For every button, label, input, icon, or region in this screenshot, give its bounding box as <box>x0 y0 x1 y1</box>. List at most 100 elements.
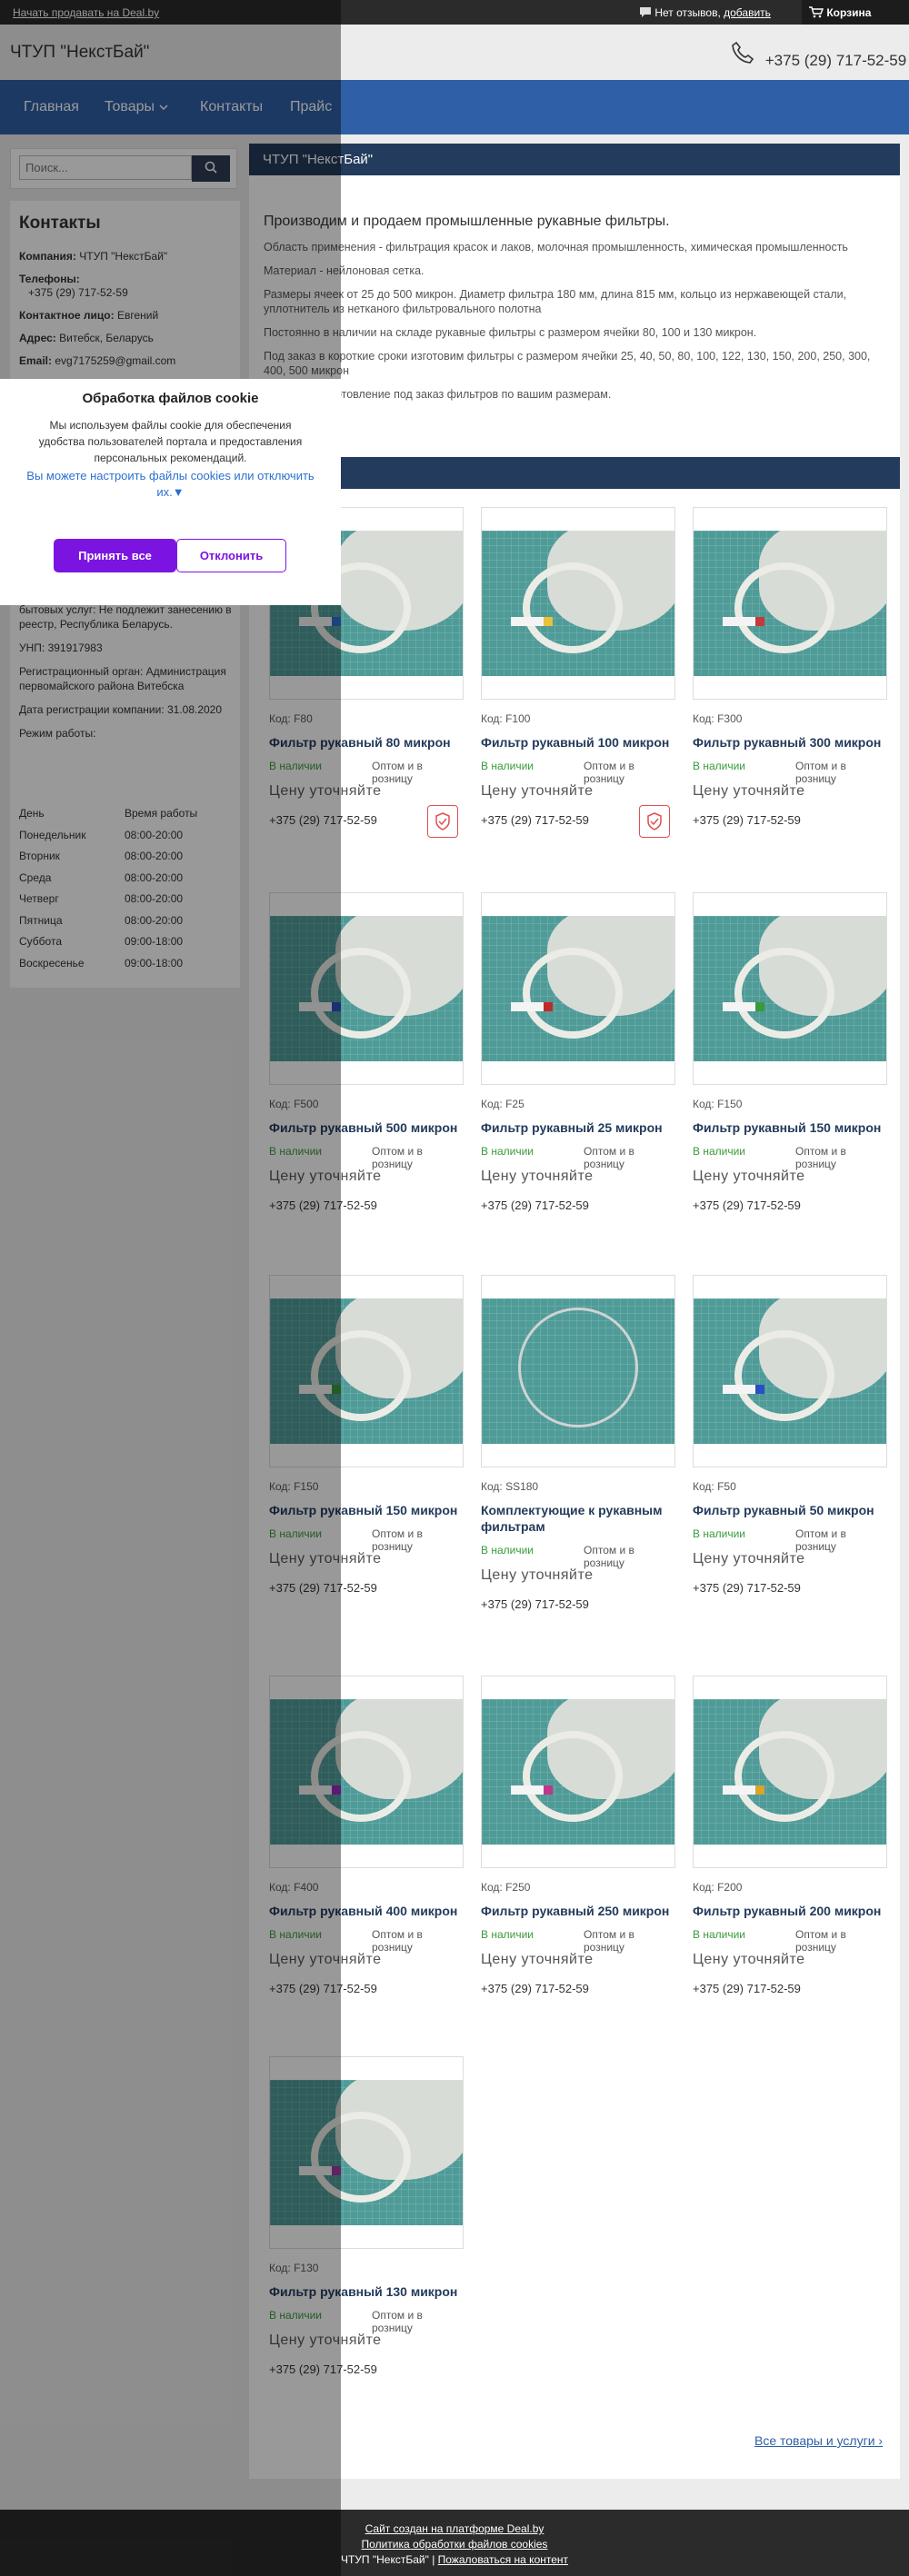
product-image[interactable] <box>693 892 887 1085</box>
product-name[interactable]: Фильтр рукавный 300 микрон <box>693 734 887 751</box>
product-image[interactable] <box>693 1275 887 1467</box>
products-title-bar <box>249 457 900 489</box>
product-image[interactable] <box>693 1676 887 1868</box>
tag-color-swatch <box>544 1785 553 1795</box>
product-code: Код: F100 <box>481 712 531 725</box>
description-lead: Производим и продаем промышленные рукавн… <box>264 214 670 229</box>
product-availability: В наличии <box>481 1145 534 1158</box>
product-code: Код: F25 <box>481 1098 524 1110</box>
comment-icon <box>640 7 651 17</box>
product-code: Код: F300 <box>693 712 743 725</box>
product-sale-type: Оптом и в розницу <box>372 2309 423 2334</box>
product-price: Цену уточняйте <box>481 783 594 799</box>
description-paragraph: Размеры ячеек от 25 до 500 микрон. Диаме… <box>264 288 847 315</box>
product-photo <box>694 1699 886 1845</box>
description-paragraph: Под заказ в короткие сроки изготовим фил… <box>264 350 871 377</box>
tag-color-swatch <box>755 617 764 626</box>
shield-icon[interactable] <box>427 805 458 838</box>
tag-color-swatch <box>755 1385 764 1394</box>
product-phone[interactable]: +375 (29) 717-52-59 <box>481 1198 589 1212</box>
product-price: Цену уточняйте <box>481 1169 594 1184</box>
product-name[interactable]: Фильтр рукавный 50 микрон <box>693 1502 887 1518</box>
product-code: Код: F50 <box>693 1480 736 1493</box>
header-phone-number: +375 (29) 717-52-59 <box>764 52 907 69</box>
product-image[interactable] <box>481 1676 675 1868</box>
product-code: Код: SS180 <box>481 1480 539 1493</box>
company-description: Производим и продаем промышленные рукавн… <box>264 214 891 411</box>
product-price: Цену уточняйте <box>481 1952 594 1967</box>
product-name[interactable]: Фильтр рукавный 150 микрон <box>693 1119 887 1136</box>
tag-color-swatch <box>755 1002 764 1011</box>
product-phone[interactable]: +375 (29) 717-52-59 <box>693 1581 801 1595</box>
product-price: Цену уточняйте <box>481 1567 594 1583</box>
cookie-text: Мы используем файлы cookie для обеспечен… <box>38 419 303 464</box>
product-photo <box>482 1699 674 1845</box>
page-title: ЧТУП "НекстБай" <box>249 144 900 175</box>
product-photo <box>694 1298 886 1444</box>
product-photo <box>694 531 886 676</box>
product-photo <box>694 916 886 1061</box>
cookie-dialog: Обработка файлов cookie Мы используем фа… <box>0 379 341 605</box>
description-paragraph: Постоянно в наличии на складе рукавные ф… <box>264 326 757 339</box>
tag-color-swatch <box>544 1002 553 1011</box>
footer-report-link[interactable]: Пожаловаться на контент <box>438 2553 568 2566</box>
product-photo <box>482 1298 674 1444</box>
product-availability: В наличии <box>481 1928 534 1941</box>
shield-icon[interactable] <box>639 805 670 838</box>
product-sale-type: Оптом и в розницу <box>372 1145 423 1170</box>
description-paragraph: Область применения - фильтрация красок и… <box>264 241 848 254</box>
product-sale-type: Оптом и в розницу <box>372 1928 423 1954</box>
tag-color-swatch <box>755 1785 764 1795</box>
cookie-title: Обработка файлов cookie <box>82 391 259 406</box>
product-sale-type: Оптом и в розницу <box>795 1145 846 1170</box>
product-code: Код: F150 <box>693 1098 743 1110</box>
product-availability: В наличии <box>693 760 746 772</box>
product-sale-type: Оптом и в розницу <box>372 1527 423 1553</box>
product-name[interactable]: Фильтр рукавный 100 микрон <box>481 734 675 751</box>
phone-icon <box>732 41 754 64</box>
cookie-settings-link[interactable]: Вы можете настроить файлы cookies или от… <box>25 468 315 501</box>
tag-color-swatch <box>544 617 553 626</box>
product-phone[interactable]: +375 (29) 717-52-59 <box>693 1982 801 1995</box>
product-name[interactable]: Комплектующие к рукавным фильтрам <box>481 1502 675 1535</box>
cart-button[interactable]: Корзина <box>802 0 909 25</box>
product-name[interactable]: Фильтр рукавный 250 микрон <box>481 1903 675 1919</box>
product-sale-type: Оптом и в розницу <box>795 1527 846 1553</box>
product-photo <box>482 916 674 1061</box>
product-availability: В наличии <box>481 760 534 772</box>
description-paragraph: Возможно изготовление под заказ фильтров… <box>264 388 612 401</box>
product-code: Код: F250 <box>481 1881 531 1894</box>
product-phone[interactable]: +375 (29) 717-52-59 <box>693 813 801 827</box>
product-sale-type: Оптом и в розницу <box>584 1928 634 1954</box>
product-phone[interactable]: +375 (29) 717-52-59 <box>693 1198 801 1212</box>
product-price: Цену уточняйте <box>693 1169 805 1184</box>
product-name[interactable]: Фильтр рукавный 25 микрон <box>481 1119 675 1136</box>
product-sale-type: Оптом и в розницу <box>584 1145 634 1170</box>
product-photo <box>482 531 674 676</box>
product-availability: В наличии <box>481 1544 534 1557</box>
all-goods-label: Все товары и услуги <box>754 2433 875 2448</box>
product-phone[interactable]: +375 (29) 717-52-59 <box>481 1982 589 1995</box>
product-price: Цену уточняйте <box>693 1952 805 1967</box>
footer-company: ЧТУП "НекстБай" | <box>340 2553 438 2566</box>
cart-label: Корзина <box>826 6 872 19</box>
product-sale-type: Оптом и в розницу <box>584 760 634 785</box>
main-content: ЧТУП "НекстБай" Производим и продаем про… <box>249 144 900 2479</box>
add-review-link[interactable]: добавить <box>724 6 771 19</box>
all-goods-link[interactable]: Все товары и услуги › <box>754 2433 883 2448</box>
product-phone[interactable]: +375 (29) 717-52-59 <box>481 813 589 827</box>
reviews-text: Нет отзывов, <box>654 6 721 19</box>
product-image[interactable] <box>481 1275 675 1467</box>
product-availability: В наличии <box>693 1527 746 1540</box>
cookie-decline-button[interactable]: Отклонить <box>176 539 286 572</box>
product-phone[interactable]: +375 (29) 717-52-59 <box>481 1597 589 1611</box>
product-image[interactable] <box>481 892 675 1085</box>
header-phone[interactable]: +375 (29) 717-52-59 <box>730 40 906 70</box>
product-availability: В наличии <box>693 1145 746 1158</box>
product-image[interactable] <box>693 507 887 700</box>
product-sale-type: Оптом и в розницу <box>584 1544 634 1569</box>
product-price: Цену уточняйте <box>693 1551 805 1566</box>
product-name[interactable]: Фильтр рукавный 200 микрон <box>693 1903 887 1919</box>
product-image[interactable] <box>481 507 675 700</box>
cookie-accept-button[interactable]: Принять все <box>54 539 176 572</box>
